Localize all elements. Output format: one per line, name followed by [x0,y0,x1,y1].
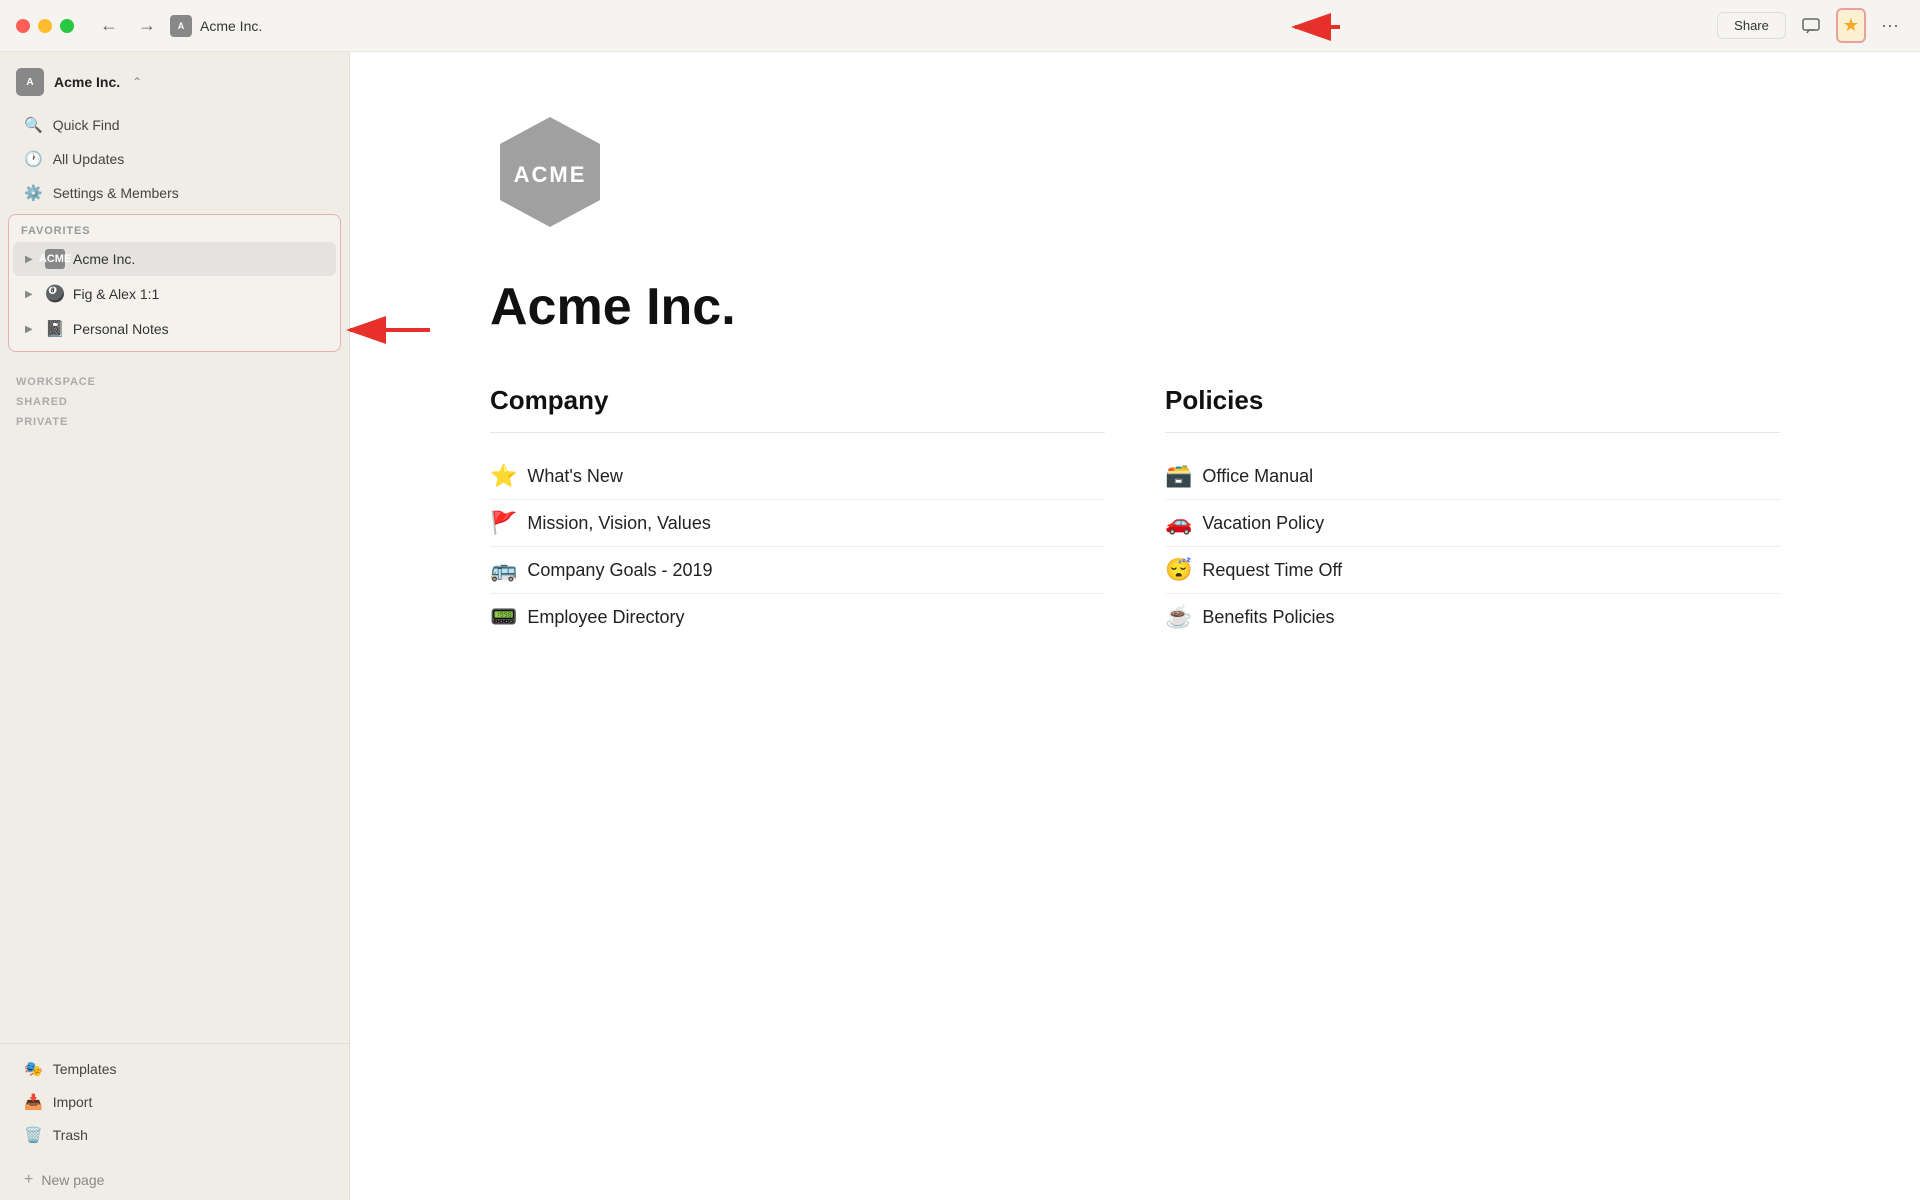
favorite-button[interactable]: ★ [1836,8,1866,43]
car-emoji: 🚗 [1165,510,1192,536]
directory-emoji: 📟 [490,604,517,630]
content-grid: Company ⭐ What's New 🚩 Mission, Vision, … [490,385,1780,640]
workspace-header[interactable]: A Acme Inc. ⌃ [0,60,349,108]
sidebar-item-settings[interactable]: ⚙️ Settings & Members [8,177,341,209]
comment-button[interactable] [1796,11,1826,41]
new-page-button[interactable]: + New page [8,1164,341,1196]
favorites-label: FAVORITES [9,219,340,241]
workspace-labels: WORKSPACE SHARED PRIVATE [0,356,349,436]
link-label: Company Goals - 2019 [527,560,712,581]
back-button[interactable]: ← [94,11,124,40]
main-content: ACME Acme Inc. Company ⭐ What's New 🚩 Mi… [350,52,1920,1200]
page-title: Acme Inc. [490,277,1780,337]
share-button[interactable]: Share [1717,12,1786,39]
minimize-button[interactable] [38,19,52,33]
sidebar-item-trash[interactable]: 🗑️ Trash [8,1119,341,1151]
expand-arrow-icon: ▶ [25,254,37,265]
expand-arrow-icon: ▶ [25,324,37,335]
link-label: Request Time Off [1202,560,1342,581]
sidebar-item-acme-inc[interactable]: ▶ ACME Acme Inc. [13,242,336,276]
close-button[interactable] [16,19,30,33]
workspace-chevron-icon: ⌃ [132,75,142,89]
link-whats-new[interactable]: ⭐ What's New [490,453,1105,500]
traffic-lights [16,19,74,33]
sidebar-item-label: Import [53,1094,93,1110]
bus-emoji: 🚌 [490,557,517,583]
new-page-label: New page [41,1172,104,1188]
coffee-emoji: ☕ [1165,604,1192,630]
link-label: Vacation Policy [1202,513,1324,534]
clock-icon: 🕐 [24,150,43,168]
link-label: Mission, Vision, Values [527,513,710,534]
sidebar-item-personal-notes[interactable]: ▶ 📓 Personal Notes [13,312,336,346]
star-emoji: ⭐ [490,463,517,489]
sidebar-item-label: Quick Find [53,117,120,133]
import-icon: 📥 [24,1093,43,1111]
sidebar-item-fig-alex[interactable]: ▶ 🎱 Fig & Alex 1:1 [13,277,336,311]
link-company-goals[interactable]: 🚌 Company Goals - 2019 [490,547,1105,594]
sidebar-item-quick-find[interactable]: 🔍 Quick Find [8,109,341,141]
forward-button[interactable]: → [132,11,162,40]
policies-section-title: Policies [1165,385,1780,433]
nav-controls: ← → [94,11,162,40]
ball-icon: 🎱 [45,284,65,304]
plus-icon: + [24,1171,33,1189]
private-section-label: PRIVATE [16,412,333,432]
svg-text:ACME: ACME [514,162,587,187]
sidebar-item-label: Settings & Members [53,185,179,201]
sidebar: A Acme Inc. ⌃ 🔍 Quick Find 🕐 All Updates… [0,52,350,1200]
link-label: Employee Directory [527,607,684,628]
fav-item-label: Acme Inc. [73,251,135,267]
sleep-emoji: 😴 [1165,557,1192,583]
sidebar-item-label: Templates [53,1061,117,1077]
fav-item-label: Personal Notes [73,321,169,337]
templates-icon: 🎭 [24,1060,43,1078]
fav-item-label: Fig & Alex 1:1 [73,286,159,302]
link-label: Office Manual [1202,466,1313,487]
header-actions: Share ★ ··· [1717,8,1904,43]
workspace-logo: A [16,68,44,96]
breadcrumb: A Acme Inc. [170,15,262,37]
link-mission[interactable]: 🚩 Mission, Vision, Values [490,500,1105,547]
notebook-icon: 📓 [45,319,65,339]
link-office-manual[interactable]: 🗃️ Office Manual [1165,453,1780,500]
company-section: Company ⭐ What's New 🚩 Mission, Vision, … [490,385,1105,640]
sidebar-item-label: Trash [53,1127,88,1143]
company-section-title: Company [490,385,1105,433]
sidebar-item-import[interactable]: 📥 Import [8,1086,341,1118]
policies-section: Policies 🗃️ Office Manual 🚗 Vacation Pol… [1165,385,1780,640]
shared-section-label: SHARED [16,392,333,412]
favorites-section: FAVORITES ▶ ACME Acme Inc. ▶ 🎱 Fig & Ale… [8,214,341,352]
link-benefits-policies[interactable]: ☕ Benefits Policies [1165,594,1780,640]
link-label: What's New [527,466,622,487]
link-vacation-policy[interactable]: 🚗 Vacation Policy [1165,500,1780,547]
maximize-button[interactable] [60,19,74,33]
workspace-name: Acme Inc. [54,74,120,90]
acme-icon: ACME [45,249,65,269]
link-request-time-off[interactable]: 😴 Request Time Off [1165,547,1780,594]
flag-emoji: 🚩 [490,510,517,536]
link-label: Benefits Policies [1202,607,1334,628]
sidebar-item-templates[interactable]: 🎭 Templates [8,1053,341,1085]
link-employee-directory[interactable]: 📟 Employee Directory [490,594,1105,640]
more-options-button[interactable]: ··· [1876,10,1904,41]
app-body: A Acme Inc. ⌃ 🔍 Quick Find 🕐 All Updates… [0,52,1920,1200]
sidebar-bottom: 🎭 Templates 📥 Import 🗑️ Trash [0,1043,349,1160]
office-emoji: 🗃️ [1165,463,1192,489]
titlebar: ← → A Acme Inc. Share ★ ··· [0,0,1920,52]
expand-arrow-icon: ▶ [25,289,37,300]
workspace-icon: A [170,15,192,37]
gear-icon: ⚙️ [24,184,43,202]
trash-icon: 🗑️ [24,1126,43,1144]
breadcrumb-title: Acme Inc. [200,18,262,34]
workspace-section-label: WORKSPACE [16,372,333,392]
sidebar-item-label: All Updates [53,151,125,167]
acme-logo: ACME [490,112,610,232]
sidebar-item-all-updates[interactable]: 🕐 All Updates [8,143,341,175]
search-icon: 🔍 [24,116,43,134]
